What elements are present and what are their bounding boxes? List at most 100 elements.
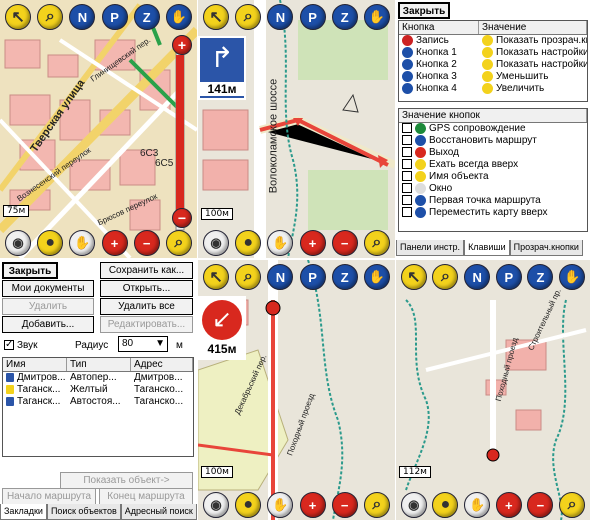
delete-all-button[interactable]: Удалить все	[100, 298, 193, 315]
hand-icon[interactable]: ✋	[165, 4, 192, 30]
zoom-out-icon[interactable]: −	[172, 208, 192, 228]
tab-transparent-buttons[interactable]: Прозрач.кнопки	[509, 240, 583, 256]
zoom-in-icon[interactable]: +	[299, 492, 326, 518]
search-icon[interactable]: ⌕	[165, 230, 192, 256]
route-icon[interactable]: Z	[133, 4, 160, 30]
north-icon[interactable]: N	[267, 264, 294, 290]
col-address-header[interactable]: Адрес	[131, 358, 193, 371]
record-icon[interactable]: ●	[235, 492, 262, 518]
table-row[interactable]: Таганск... Желтый Таганско...	[3, 384, 193, 396]
list-item[interactable]: Переместить карту вверх	[399, 206, 587, 219]
add-button[interactable]: Добавить...	[2, 316, 94, 333]
cursor-icon[interactable]: ↖	[203, 4, 230, 30]
zoom-in-icon[interactable]: +	[172, 35, 192, 55]
close-button[interactable]: Закрыть	[398, 2, 450, 19]
map-panel-topleft[interactable]: ↖ ⌕ N P Z ✋ Тверская улица Глинищевский …	[0, 0, 197, 258]
hand-icon[interactable]: ✋	[464, 492, 491, 518]
edit-button[interactable]: Редактировать...	[100, 316, 193, 333]
map-panel-bottomright[interactable]: ↖ ⌕ N P Z ✋ Строительный пр. Походный пр…	[396, 260, 590, 520]
record-icon[interactable]: ●	[235, 230, 262, 256]
checkbox[interactable]	[402, 207, 412, 218]
route-icon[interactable]: Z	[331, 4, 358, 30]
list-item[interactable]: GPS сопровождение	[399, 122, 587, 135]
gps-icon[interactable]: ◉	[203, 230, 230, 256]
search-icon[interactable]: ⌕	[559, 492, 586, 518]
record-icon[interactable]: ●	[37, 230, 64, 256]
zoom-out-icon[interactable]: −	[527, 492, 554, 518]
table-row[interactable]: Таганск... Автостоя... Таганско...	[3, 396, 193, 408]
checkbox[interactable]	[402, 183, 412, 194]
save-as-button[interactable]: Сохранить как...	[100, 262, 193, 279]
tab-object-search[interactable]: Поиск объектов	[46, 504, 121, 520]
map-panel-bottomcenter[interactable]: ↖ ⌕ N P Z ✋ ↙ 415м Декабрьский пер. Похо…	[198, 260, 395, 520]
table-row[interactable]: Дмитров... Автопер... Дмитров...	[3, 372, 193, 384]
hand-icon[interactable]: ✋	[267, 492, 294, 518]
sound-checkbox-row[interactable]: ✓ Звук	[4, 340, 38, 351]
radius-select[interactable]: 80 ▼	[118, 336, 168, 352]
zoom-out-icon[interactable]: −	[331, 492, 358, 518]
list-item[interactable]: Окно	[399, 182, 587, 195]
gps-icon[interactable]: ◉	[5, 230, 32, 256]
gps-icon[interactable]: ◉	[203, 492, 230, 518]
parking-icon[interactable]: P	[101, 4, 128, 30]
tab-bookmarks[interactable]: Закладки	[0, 504, 47, 520]
table-row[interactable]: Кнопка 4 Увеличить	[399, 82, 587, 95]
zoom-icon[interactable]: ⌕	[235, 264, 262, 290]
gps-icon[interactable]: ◉	[400, 492, 427, 518]
parking-icon[interactable]: P	[495, 264, 522, 290]
table-row[interactable]: Кнопка 2 Показать настройки	[399, 58, 587, 71]
list-item[interactable]: Ехать всегда вверх	[399, 158, 587, 171]
table-row[interactable]: Кнопка 3 Уменьшить	[399, 70, 587, 83]
route-icon[interactable]: Z	[331, 264, 358, 290]
hand-icon[interactable]: ✋	[363, 264, 390, 290]
hand-icon[interactable]: ✋	[69, 230, 96, 256]
north-icon[interactable]: N	[69, 4, 96, 30]
record-icon[interactable]: ●	[432, 492, 459, 518]
sound-checkbox[interactable]: ✓	[4, 340, 14, 351]
tab-toolbars[interactable]: Панели инстр.	[396, 240, 465, 256]
tab-keys[interactable]: Клавиши	[464, 240, 510, 256]
cursor-icon[interactable]: ↖	[203, 264, 230, 290]
show-object-button[interactable]: Показать объект->	[60, 472, 193, 489]
close-button[interactable]: Закрыть	[2, 262, 58, 279]
zoom-in-icon[interactable]: +	[299, 230, 326, 256]
checkbox[interactable]	[402, 135, 412, 146]
col-button-header[interactable]: Кнопка	[399, 21, 479, 34]
checkbox[interactable]	[402, 123, 412, 134]
zoom-out-icon[interactable]: −	[133, 230, 160, 256]
search-icon[interactable]: ⌕	[363, 492, 390, 518]
checkbox[interactable]	[402, 195, 412, 206]
zoom-icon[interactable]: ⌕	[432, 264, 459, 290]
hand-icon[interactable]: ✋	[267, 230, 294, 256]
north-icon[interactable]: N	[267, 4, 294, 30]
col-type-header[interactable]: Тип	[67, 358, 131, 371]
col-value-header[interactable]: Значение	[479, 21, 587, 34]
delete-button[interactable]: Удалить	[2, 298, 94, 315]
open-button[interactable]: Открыть...	[100, 280, 193, 297]
map-panel-topcenter[interactable]: ↖ ⌕ N P Z ✋ ↱ 141м Волоколамское шоссе 1…	[198, 0, 395, 258]
hand-icon[interactable]: ✋	[363, 4, 390, 30]
route-end-button[interactable]: Конец маршрута	[99, 488, 193, 505]
parking-icon[interactable]: P	[299, 4, 326, 30]
checkbox[interactable]	[402, 159, 412, 170]
route-start-button[interactable]: Начало маршрута	[2, 488, 96, 505]
hand-icon[interactable]: ✋	[559, 264, 586, 290]
cursor-icon[interactable]: ↖	[400, 264, 427, 290]
table-row[interactable]: Кнопка 1 Показать настройки	[399, 46, 587, 59]
zoom-icon[interactable]: ⌕	[235, 4, 262, 30]
north-icon[interactable]: N	[464, 264, 491, 290]
my-documents-button[interactable]: Мои документы	[2, 280, 94, 297]
checkbox[interactable]	[402, 171, 412, 182]
tab-address-search[interactable]: Адресный поиск	[120, 504, 197, 520]
list-item[interactable]: Восстановить маршрут	[399, 134, 587, 147]
parking-icon[interactable]: P	[299, 264, 326, 290]
list-item[interactable]: Имя объекта	[399, 170, 587, 183]
zoom-out-icon[interactable]: −	[331, 230, 358, 256]
zoom-icon[interactable]: ⌕	[37, 4, 64, 30]
list-item[interactable]: Выход	[399, 146, 587, 159]
route-icon[interactable]: Z	[527, 264, 554, 290]
search-icon[interactable]: ⌕	[363, 230, 390, 256]
cursor-icon[interactable]: ↖	[5, 4, 32, 30]
zoom-in-icon[interactable]: +	[495, 492, 522, 518]
list-item[interactable]: Первая точка маршрута	[399, 194, 587, 207]
